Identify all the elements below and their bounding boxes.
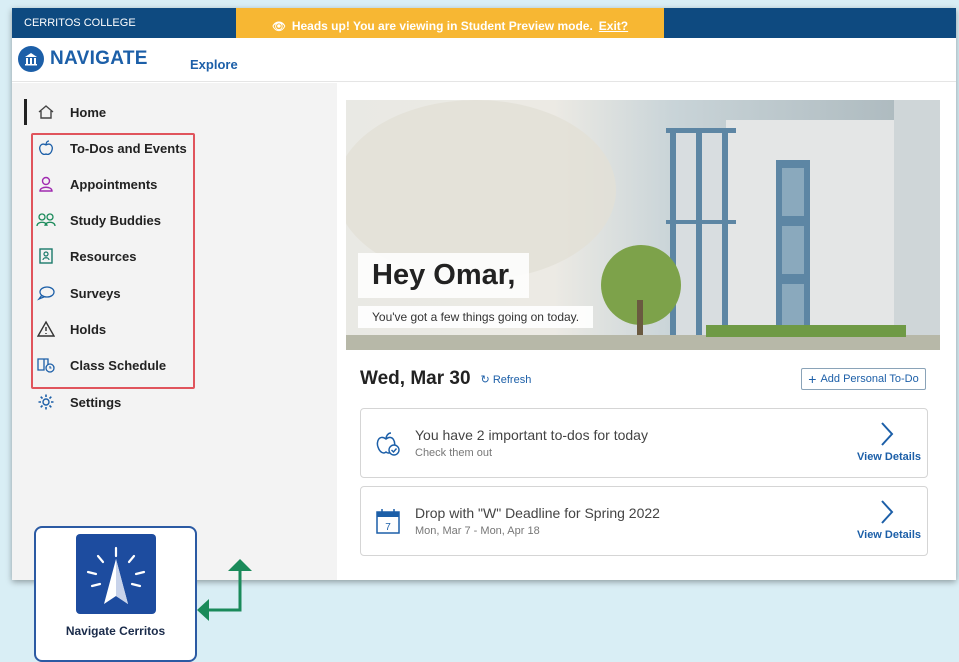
card-subtitle: Mon, Mar 7 - Mon, Apr 18	[415, 525, 540, 537]
sidebar: Home To-Dos and Events Appointments Stud…	[12, 83, 337, 580]
speech-bubble-icon	[36, 283, 56, 303]
deadline-card[interactable]: 7 Drop with "W" Deadline for Spring 2022…	[360, 486, 928, 556]
logo-text: NAVIGATE	[50, 48, 148, 69]
hero-image: Hey Omar, You've got a few things going …	[346, 100, 940, 350]
explore-link[interactable]: Explore	[190, 57, 238, 72]
app-tile[interactable]: Navigate Cerritos	[34, 526, 197, 662]
view-details-link[interactable]: View Details	[857, 529, 921, 541]
sidebar-item-label: Study Buddies	[70, 212, 162, 228]
app-window: CERRITOS COLLEGE 👁 Heads up! You are vie…	[12, 8, 956, 580]
refresh-button[interactable]: ↻ Refresh	[481, 373, 532, 386]
refresh-icon: ↻	[480, 373, 490, 386]
sidebar-item-label: Holds	[70, 321, 107, 337]
book-clock-icon	[36, 355, 56, 375]
sidebar-item-label: Surveys	[70, 285, 121, 301]
apple-check-icon	[373, 429, 403, 459]
sidebar-item-home[interactable]: Home	[36, 100, 106, 124]
logo-icon	[18, 46, 44, 72]
eye-icon: 👁	[271, 20, 286, 33]
sidebar-item-settings[interactable]: Settings	[36, 390, 121, 414]
sidebar-item-resources[interactable]: Resources	[36, 244, 136, 268]
chevron-right-icon	[879, 499, 895, 532]
todo-card[interactable]: You have 2 important to-dos for today Ch…	[360, 408, 928, 478]
sidebar-item-appointments[interactable]: Appointments	[36, 172, 157, 196]
compass-icon	[76, 534, 156, 614]
sidebar-item-label: Home	[70, 104, 107, 120]
sidebar-item-label: To-Dos and Events	[70, 140, 187, 156]
app-name: Navigate Cerritos	[65, 624, 166, 638]
sidebar-item-label: Class Schedule	[70, 357, 167, 373]
plus-icon: +	[808, 371, 817, 387]
apple-icon	[36, 138, 56, 158]
header: NAVIGATE Explore	[12, 38, 956, 82]
person-icon	[36, 174, 56, 194]
card-title: You have 2 important to-dos for today	[415, 427, 648, 443]
sidebar-item-surveys[interactable]: Surveys	[36, 281, 121, 305]
people-icon	[36, 210, 56, 230]
main-content: Hey Omar, You've got a few things going …	[346, 100, 940, 570]
sidebar-item-label: Resources	[70, 248, 137, 264]
warning-icon	[36, 319, 56, 339]
greeting: Hey Omar,	[358, 253, 530, 298]
sidebar-item-todos[interactable]: To-Dos and Events	[36, 136, 187, 160]
add-todo-label: Add Personal To-Do	[820, 373, 919, 385]
card-title: Drop with "W" Deadline for Spring 2022	[415, 505, 660, 521]
navigate-logo[interactable]: NAVIGATE	[18, 46, 148, 72]
date-row: Wed, Mar 30 ↻ Refresh	[360, 368, 531, 390]
exit-link[interactable]: Exit?	[599, 19, 628, 33]
sidebar-item-label: Appointments	[70, 176, 158, 192]
home-icon	[36, 102, 56, 122]
add-personal-todo-button[interactable]: + Add Personal To-Do	[801, 368, 926, 390]
sidebar-item-class-schedule[interactable]: Class Schedule	[36, 353, 166, 377]
sidebar-item-holds[interactable]: Holds	[36, 317, 106, 341]
view-details-link[interactable]: View Details	[857, 451, 921, 463]
gear-icon	[36, 392, 56, 412]
calendar-icon: 7	[373, 507, 403, 537]
greeting-subtitle: You've got a few things going on today.	[358, 306, 594, 328]
calendar-day: 7	[385, 522, 391, 533]
sidebar-item-study-buddies[interactable]: Study Buddies	[36, 208, 161, 232]
current-date: Wed, Mar 30	[360, 368, 471, 389]
card-subtitle: Check them out	[415, 447, 493, 459]
active-indicator	[24, 99, 27, 125]
banner-text: Heads up! You are viewing in Student Pre…	[291, 19, 593, 33]
college-name: CERRITOS COLLEGE	[24, 17, 136, 29]
contact-card-icon	[36, 246, 56, 266]
chevron-right-icon	[879, 421, 895, 454]
arrow-icon	[197, 559, 252, 621]
refresh-label: Refresh	[492, 373, 532, 386]
sidebar-item-label: Settings	[70, 394, 122, 410]
